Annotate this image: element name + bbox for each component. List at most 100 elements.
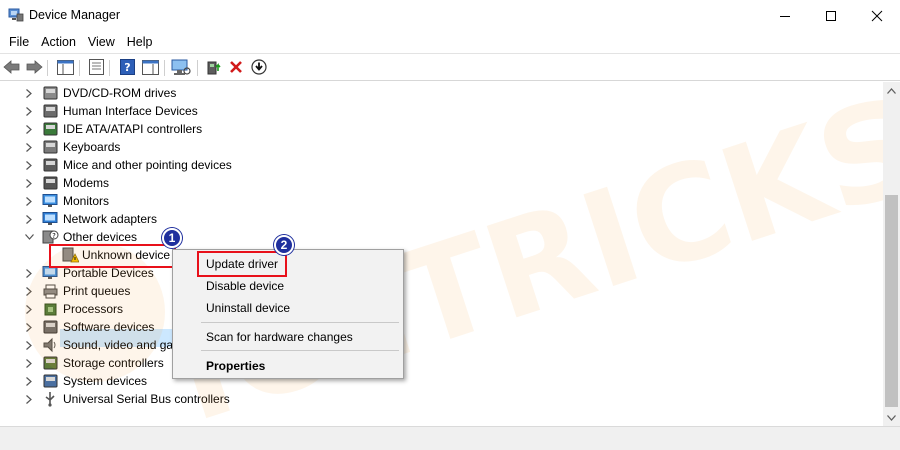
close-icon bbox=[871, 10, 883, 21]
tree-item-label: Sound, video and ga bbox=[63, 338, 174, 352]
chevron-right-icon[interactable] bbox=[24, 214, 34, 224]
monitor-icon bbox=[42, 193, 59, 209]
title-bar: Device Manager bbox=[0, 0, 900, 31]
chevron-right-icon[interactable] bbox=[24, 358, 34, 368]
chevron-right-icon[interactable] bbox=[24, 340, 34, 350]
context-menu-disable-device[interactable]: Disable device bbox=[206, 277, 284, 295]
tree-item-category[interactable]: Keyboards bbox=[0, 138, 400, 156]
tree-item-label: Universal Serial Bus controllers bbox=[63, 392, 230, 406]
minimize-button[interactable] bbox=[762, 0, 808, 31]
chevron-right-icon[interactable] bbox=[24, 394, 34, 404]
minimize-icon bbox=[780, 15, 790, 17]
keyboard-icon bbox=[42, 139, 59, 155]
context-menu-uninstall-device[interactable]: Uninstall device bbox=[206, 299, 290, 317]
svg-text:?: ? bbox=[124, 61, 130, 74]
hid-icon bbox=[42, 103, 59, 119]
help-icon: ? bbox=[119, 59, 135, 75]
tree-item-label: Network adapters bbox=[63, 212, 158, 226]
close-button[interactable] bbox=[854, 0, 900, 31]
tree-item-label: Software devices bbox=[63, 320, 155, 334]
scan-monitor-button[interactable] bbox=[171, 58, 191, 76]
toolbar-separator bbox=[109, 60, 110, 76]
tree-item-category[interactable]: DVD/CD-ROM drives bbox=[0, 84, 400, 102]
ide-controller-icon bbox=[42, 121, 59, 137]
chevron-right-icon[interactable] bbox=[24, 322, 34, 332]
annotation-box-unknown-device bbox=[49, 244, 176, 268]
chevron-right-icon[interactable] bbox=[24, 286, 34, 296]
tree-item-label: DVD/CD-ROM drives bbox=[63, 86, 177, 100]
forward-button[interactable] bbox=[24, 58, 44, 76]
back-arrow-icon bbox=[3, 60, 20, 74]
toolbar-separator bbox=[164, 60, 165, 76]
scrollbar-thumb[interactable] bbox=[885, 195, 898, 407]
tree-item-category[interactable]: Modems bbox=[0, 174, 400, 192]
menu-bar: File Action View Help bbox=[0, 31, 900, 53]
sound-icon bbox=[42, 337, 59, 353]
dvd-drive-icon bbox=[42, 85, 59, 101]
chevron-right-icon[interactable] bbox=[24, 124, 34, 134]
chevron-up-icon bbox=[887, 87, 896, 94]
storage-controller-icon bbox=[42, 355, 59, 371]
annotation-box-update-driver bbox=[197, 251, 287, 277]
toolbar-separator bbox=[79, 60, 80, 76]
download-driver-button[interactable] bbox=[249, 58, 269, 76]
tree-item-label: System devices bbox=[63, 374, 148, 388]
chevron-right-icon[interactable] bbox=[24, 178, 34, 188]
tree-item-category[interactable]: Universal Serial Bus controllers bbox=[0, 390, 400, 408]
show-hide-console-tree-button[interactable] bbox=[55, 58, 75, 76]
menu-file[interactable]: File bbox=[3, 31, 35, 53]
tree-item-label: Human Interface Devices bbox=[63, 104, 198, 118]
uninstall-button[interactable] bbox=[226, 58, 246, 76]
menu-view[interactable]: View bbox=[82, 31, 121, 53]
maximize-button[interactable] bbox=[808, 0, 854, 31]
tree-item-category[interactable]: Monitors bbox=[0, 192, 400, 210]
vertical-scrollbar[interactable] bbox=[883, 82, 900, 426]
properties-button[interactable] bbox=[86, 58, 106, 76]
tree-item-label: Processors bbox=[63, 302, 124, 316]
tree-item-label: Print queues bbox=[63, 284, 131, 298]
action-pane-button[interactable] bbox=[140, 58, 160, 76]
processor-icon bbox=[42, 301, 59, 317]
tree-item-label: Monitors bbox=[63, 194, 110, 208]
help-button[interactable]: ? bbox=[117, 58, 137, 76]
context-menu-separator bbox=[201, 350, 399, 351]
back-button[interactable] bbox=[2, 58, 22, 76]
scan-monitor-icon bbox=[171, 59, 191, 75]
tree-item-label: Keyboards bbox=[63, 140, 121, 154]
chevron-right-icon[interactable] bbox=[24, 304, 34, 314]
maximize-icon bbox=[826, 10, 836, 21]
chevron-right-icon[interactable] bbox=[24, 142, 34, 152]
properties-icon bbox=[88, 59, 104, 75]
scroll-down-button[interactable] bbox=[883, 409, 900, 426]
chevron-right-icon[interactable] bbox=[24, 106, 34, 116]
uninstall-x-icon bbox=[230, 61, 242, 73]
tree-item-label: Modems bbox=[63, 176, 110, 190]
show-hide-console-tree-icon bbox=[56, 59, 74, 75]
menu-action[interactable]: Action bbox=[35, 31, 82, 53]
action-pane-icon bbox=[141, 59, 159, 75]
update-driver-button[interactable] bbox=[204, 58, 224, 76]
scroll-up-button[interactable] bbox=[883, 82, 900, 99]
toolbar: ? bbox=[0, 53, 900, 81]
chevron-right-icon[interactable] bbox=[24, 160, 34, 170]
network-adapter-icon bbox=[42, 211, 59, 227]
chevron-down-icon[interactable] bbox=[24, 232, 34, 242]
download-driver-icon bbox=[251, 59, 267, 75]
mouse-icon bbox=[42, 157, 59, 173]
tree-item-label: Storage controllers bbox=[63, 356, 164, 370]
chevron-right-icon[interactable] bbox=[24, 268, 34, 278]
status-bar bbox=[0, 426, 900, 450]
tree-item-category[interactable]: IDE ATA/ATAPI controllers bbox=[0, 120, 400, 138]
context-menu-scan-hardware[interactable]: Scan for hardware changes bbox=[206, 328, 353, 346]
tree-item-category[interactable]: Network adapters bbox=[0, 210, 400, 228]
menu-help[interactable]: Help bbox=[121, 31, 159, 53]
chevron-right-icon[interactable] bbox=[24, 88, 34, 98]
tree-item-category[interactable]: Mice and other pointing devices bbox=[0, 156, 400, 174]
chevron-right-icon[interactable] bbox=[24, 376, 34, 386]
context-menu-properties[interactable]: Properties bbox=[206, 357, 265, 375]
annotation-badge-1: 1 bbox=[162, 228, 182, 248]
tree-item-category[interactable]: Human Interface Devices bbox=[0, 102, 400, 120]
chevron-right-icon[interactable] bbox=[24, 196, 34, 206]
chevron-down-icon bbox=[887, 414, 896, 421]
other-devices-icon: ? bbox=[42, 229, 59, 245]
